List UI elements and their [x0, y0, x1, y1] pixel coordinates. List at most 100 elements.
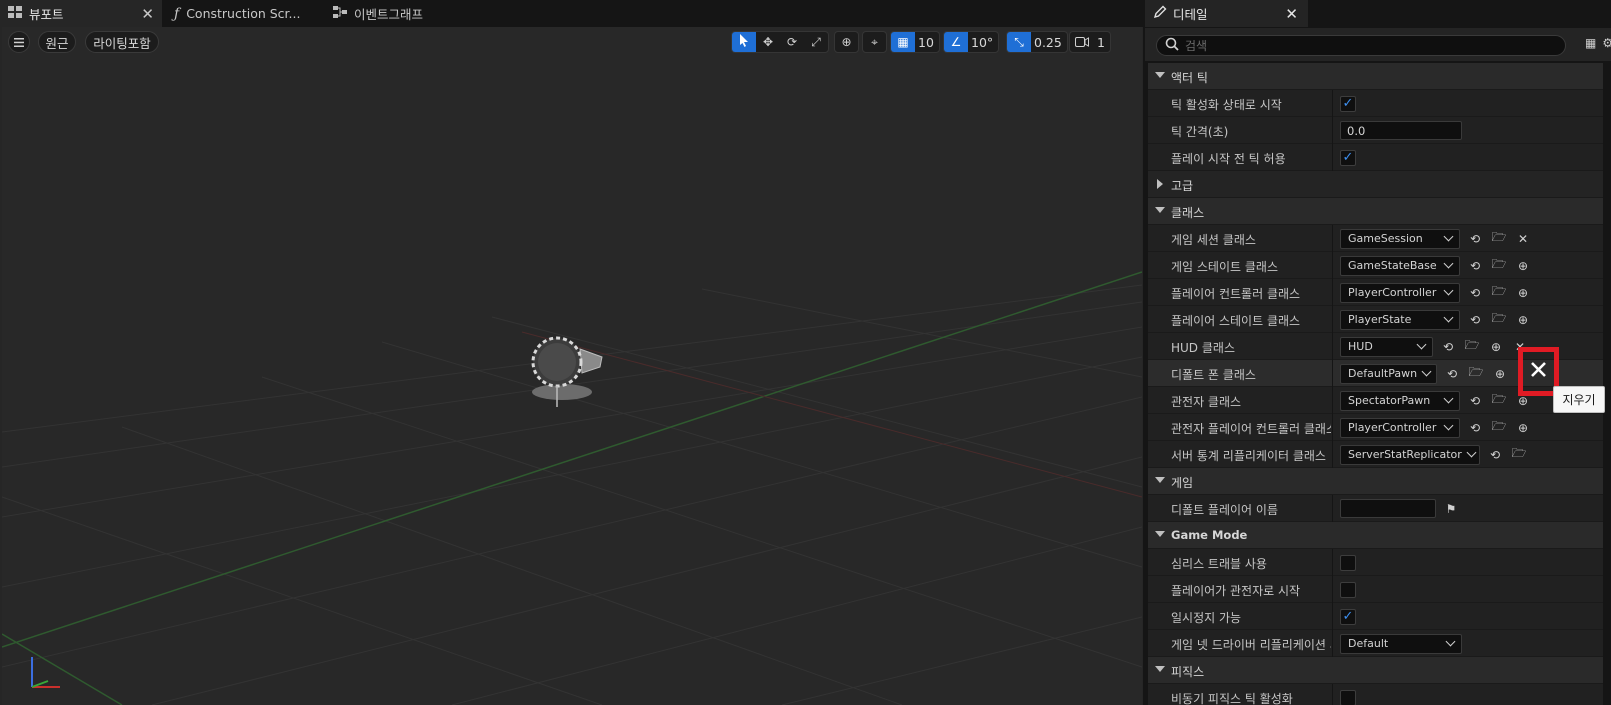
tab-event-graph[interactable]: 이벤트그래프 — [325, 0, 465, 27]
tab-details[interactable]: 디테일 ✕ — [1145, 0, 1308, 27]
browse-back-icon[interactable]: ⟲ — [1486, 446, 1504, 464]
close-icon[interactable]: ✕ — [1514, 230, 1532, 248]
browse-back-icon[interactable]: ⟲ — [1466, 392, 1484, 410]
seamless-travel-checkbox[interactable] — [1340, 554, 1356, 571]
add-circle-icon[interactable]: ⊕ — [1514, 419, 1532, 437]
tick-interval-input[interactable]: 0.0 — [1340, 121, 1462, 140]
class-row-player-controller: 플레이어 컨트롤러 클래스 PlayerController ⟲ 🗁 ⊕ — [1148, 279, 1608, 306]
tab-viewport[interactable]: 뷰포트 ✕ — [0, 0, 162, 27]
chevron-down-icon — [1443, 285, 1454, 296]
viewport-grid-icon — [8, 6, 22, 21]
add-circle-icon[interactable]: ⊕ — [1514, 284, 1532, 302]
spectator-controller-class-combo[interactable]: PlayerController — [1340, 417, 1460, 438]
camera-speed-group[interactable]: 1 — [1069, 31, 1111, 53]
browse-folder-icon[interactable]: 🗁 — [1490, 311, 1508, 329]
net-driver-combo[interactable]: Default — [1340, 633, 1462, 654]
camera-speed-value: 1 — [1097, 34, 1105, 50]
details-scrollbar[interactable] — [1603, 63, 1611, 705]
hud-class-combo[interactable]: HUD — [1340, 336, 1433, 357]
browse-back-icon[interactable]: ⟲ — [1466, 257, 1484, 275]
axis-gizmo — [22, 647, 72, 697]
settings-icon[interactable]: ⚙ — [1602, 36, 1611, 50]
add-circle-icon[interactable]: ⊕ — [1491, 365, 1509, 383]
check-icon: ✓ — [1342, 96, 1354, 111]
add-circle-icon[interactable]: ⊕ — [1487, 338, 1505, 356]
pencil-icon — [1153, 5, 1167, 22]
default-player-name-input[interactable] — [1340, 499, 1436, 518]
browse-folder-icon[interactable]: 🗁 — [1463, 338, 1481, 356]
browse-folder-icon[interactable]: 🗁 — [1467, 365, 1485, 383]
category-physics[interactable]: 피직스 — [1148, 657, 1608, 684]
viewport-toolbar: 원근 라이팅포함 ✥ ⟳ ⤢ ⊕ ⌖ ▦ 10 ∠ 10° ⤡ 0.25 1 — [2, 27, 1142, 57]
browse-folder-icon[interactable]: 🗁 — [1490, 284, 1508, 302]
coordinate-system-button[interactable]: ⊕ — [834, 31, 859, 53]
graph-icon — [333, 6, 347, 21]
level-viewport[interactable]: 원근 라이팅포함 ✥ ⟳ ⤢ ⊕ ⌖ ▦ 10 ∠ 10° ⤡ 0.25 1 — [2, 27, 1142, 705]
player-state-class-combo[interactable]: PlayerState — [1340, 309, 1460, 330]
default-pawn-class-combo[interactable]: DefaultPawn — [1340, 363, 1437, 384]
search-input[interactable] — [1185, 38, 1545, 53]
browse-back-icon[interactable]: ⟲ — [1466, 419, 1484, 437]
browse-folder-icon[interactable]: 🗁 — [1510, 446, 1528, 464]
browse-folder-icon[interactable]: 🗁 — [1490, 257, 1508, 275]
surface-snap-button[interactable]: ⌖ — [862, 31, 887, 53]
scale-tool-button[interactable]: ⤢ — [804, 32, 828, 52]
close-tab-icon[interactable]: ✕ — [1285, 5, 1298, 23]
server-stat-replicator-class-combo[interactable]: ServerStatReplicator — [1340, 444, 1480, 465]
pausable-checkbox[interactable]: ✓ — [1340, 608, 1356, 625]
category-game[interactable]: 게임 — [1148, 468, 1608, 495]
property-row: 디폴트 플레이어 이름 ⚑ — [1148, 495, 1608, 522]
view-mode-button[interactable]: 라이팅포함 — [85, 31, 159, 53]
browse-back-icon[interactable]: ⟲ — [1466, 311, 1484, 329]
viewport-options-button[interactable] — [8, 31, 30, 53]
async-physics-tick-checkbox[interactable] — [1340, 689, 1356, 705]
close-tab-icon[interactable]: ✕ — [141, 5, 154, 23]
default-pawn-preview[interactable] — [530, 335, 616, 415]
browse-back-icon[interactable]: ⟲ — [1466, 284, 1484, 302]
cursor-arrow-icon — [739, 34, 749, 50]
flag-icon[interactable]: ⚑ — [1442, 500, 1460, 518]
start-as-spectator-checkbox[interactable] — [1340, 581, 1356, 598]
browse-folder-icon[interactable]: 🗁 — [1490, 392, 1508, 410]
category-game-mode[interactable]: Game Mode — [1148, 522, 1608, 549]
tick-before-begin-play-checkbox[interactable]: ✓ — [1340, 149, 1356, 166]
rotation-snap-toggle[interactable]: ∠ — [944, 32, 968, 52]
add-circle-icon[interactable]: ⊕ — [1514, 311, 1532, 329]
tab-details-label: 디테일 — [1173, 7, 1208, 22]
browse-back-icon[interactable]: ⟲ — [1443, 365, 1461, 383]
browse-folder-icon[interactable]: 🗁 — [1490, 419, 1508, 437]
browse-back-icon[interactable]: ⟲ — [1466, 230, 1484, 248]
rotation-snap-value[interactable]: 10° — [968, 32, 998, 52]
expanded-arrow-icon — [1155, 531, 1165, 537]
table-view-icon[interactable]: ▦ — [1585, 36, 1596, 50]
rotate-tool-button[interactable]: ⟳ — [780, 32, 804, 52]
scale-snap-value[interactable]: 0.25 — [1031, 32, 1067, 52]
transform-tools: ✥ ⟳ ⤢ — [731, 31, 829, 53]
scale-snap-group: ⤡ 0.25 — [1006, 31, 1068, 53]
grid-snap-value[interactable]: 10 — [915, 32, 939, 52]
select-tool-button[interactable] — [732, 32, 756, 52]
browse-folder-icon[interactable]: 🗁 — [1490, 230, 1508, 248]
start-with-tick-enabled-checkbox[interactable]: ✓ — [1340, 95, 1356, 112]
scale-snap-toggle[interactable]: ⤡ — [1007, 32, 1031, 52]
tab-construction-script[interactable]: ƒ Construction Scr... — [166, 0, 316, 27]
perspective-button[interactable]: 원근 — [38, 31, 76, 53]
close-icon[interactable] — [1529, 360, 1548, 382]
spectator-class-combo[interactable]: SpectatorPawn — [1340, 390, 1460, 411]
grid-snap-toggle[interactable]: ▦ — [891, 32, 915, 52]
player-controller-class-combo[interactable]: PlayerController — [1340, 282, 1460, 303]
search-row-icons: ▦ ⚙ — [1585, 36, 1611, 50]
clear-tooltip: 지우기 — [1553, 386, 1605, 413]
game-state-class-combo[interactable]: GameStateBase — [1340, 255, 1460, 276]
category-advanced[interactable]: 고급 — [1148, 171, 1608, 198]
search-icon — [1165, 37, 1179, 54]
editor-tab-bar: 뷰포트 ✕ ƒ Construction Scr... 이벤트그래프 — [0, 0, 1143, 27]
translate-tool-button[interactable]: ✥ — [756, 32, 780, 52]
category-actor-tick[interactable]: 액터 틱 — [1148, 63, 1608, 90]
game-session-class-combo[interactable]: GameSession — [1340, 228, 1460, 249]
add-circle-icon[interactable]: ⊕ — [1514, 257, 1532, 275]
category-classes[interactable]: 클래스 — [1148, 198, 1608, 225]
browse-back-icon[interactable]: ⟲ — [1439, 338, 1457, 356]
property-row: 비동기 피직스 틱 활성화 — [1148, 684, 1608, 705]
class-row-spectator-controller: 관전자 플레이어 컨트롤러 클래스... PlayerController ⟲ … — [1148, 414, 1608, 441]
